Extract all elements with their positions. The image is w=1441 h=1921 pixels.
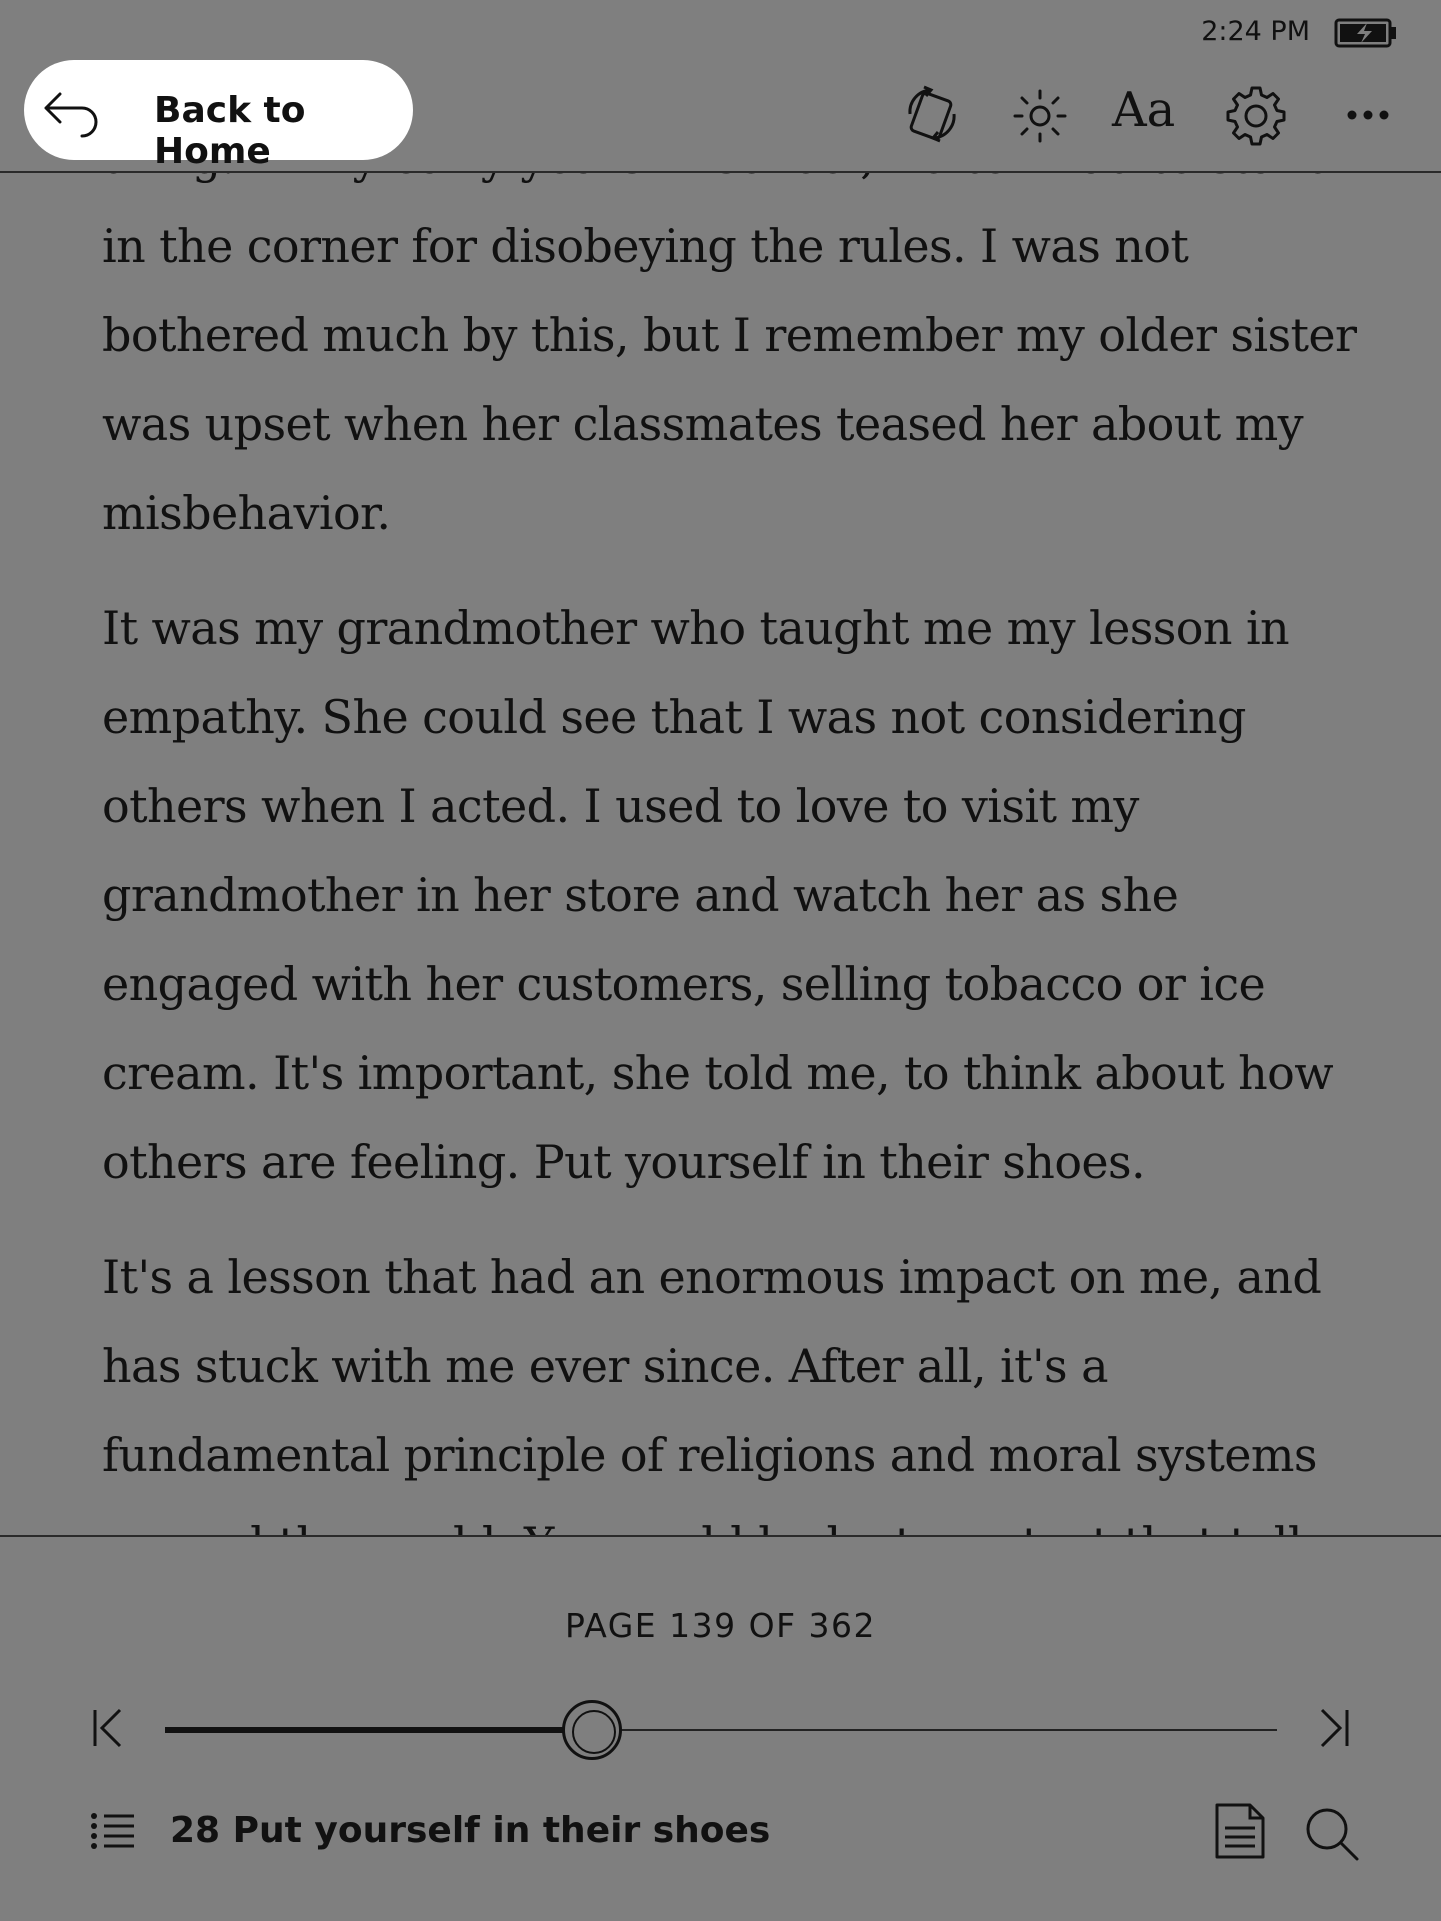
text-line: cream. It's important, she told me, to t…	[102, 1046, 1334, 1100]
table-of-contents-icon[interactable]	[90, 1812, 136, 1850]
notes-page-icon[interactable]	[1214, 1802, 1266, 1860]
chapter-title[interactable]: 28 Put yourself in their shoes	[170, 1810, 770, 1851]
text-line: in the corner for disobeying the rules. …	[102, 219, 1189, 273]
screen-rotate-icon[interactable]	[904, 84, 960, 144]
back-to-home-label: Back to Home	[154, 90, 306, 172]
text-line: has stuck with me ever since. After all,…	[102, 1339, 1109, 1393]
search-icon[interactable]	[1304, 1806, 1360, 1862]
slider-progress	[165, 1727, 592, 1733]
ereader-screen: 2:24 PM Back to Home Aa in the corner fo…	[0, 0, 1441, 1921]
page-slider[interactable]	[165, 1700, 1277, 1760]
skip-to-start-icon[interactable]	[90, 1706, 128, 1750]
text-line: was upset when her classmates teased her…	[102, 397, 1304, 451]
text-line: thing. In my early years in school, I of…	[102, 173, 1362, 202]
text-line: engaged with her customers, selling toba…	[102, 957, 1266, 1011]
page-counter: PAGE 139 OF 362	[564, 1606, 877, 1645]
text-line: misbehavior.	[102, 486, 391, 540]
status-time: 2:24 PM	[1201, 16, 1310, 47]
book-text: thing. In my early years in school, I of…	[102, 173, 1362, 1535]
more-dots-icon[interactable]	[1346, 108, 1390, 122]
text-line: fundamental principle of religions and m…	[102, 1428, 1318, 1482]
paragraph: It was my grandmother who taught me my l…	[102, 584, 1362, 1207]
text-line: It was my grandmother who taught me my l…	[102, 601, 1290, 655]
back-to-home-button[interactable]: Back to Home	[24, 60, 413, 172]
text-line: others when I acted. I used to love to v…	[102, 779, 1139, 833]
text-line: empathy. She could see that I was not co…	[102, 690, 1246, 744]
paragraph: It's a lesson that had an enormous impac…	[102, 1233, 1362, 1535]
text-line: around the world. You could look at any …	[102, 1500, 1362, 1535]
back-arrow-icon	[44, 92, 98, 138]
text-line: It's a lesson that had an enormous impac…	[102, 1250, 1322, 1304]
reading-pane[interactable]: thing. In my early years in school, I of…	[0, 173, 1441, 1535]
slider-thumb[interactable]	[562, 1700, 622, 1760]
brightness-icon[interactable]	[1012, 88, 1068, 144]
skip-to-end-icon[interactable]	[1314, 1706, 1352, 1750]
text-line: grandmother in her store and watch her a…	[102, 868, 1179, 922]
battery-charging-icon	[1334, 18, 1396, 48]
paragraph: thing. In my early years in school, I of…	[102, 173, 1362, 558]
text-line: bothered much by this, but I remember my…	[102, 308, 1357, 362]
text-line: others are feeling. Put yourself in thei…	[102, 1135, 1146, 1189]
footer-divider	[0, 1535, 1441, 1537]
font-settings-button[interactable]: Aa	[1112, 82, 1212, 138]
gear-icon[interactable]	[1226, 86, 1286, 146]
